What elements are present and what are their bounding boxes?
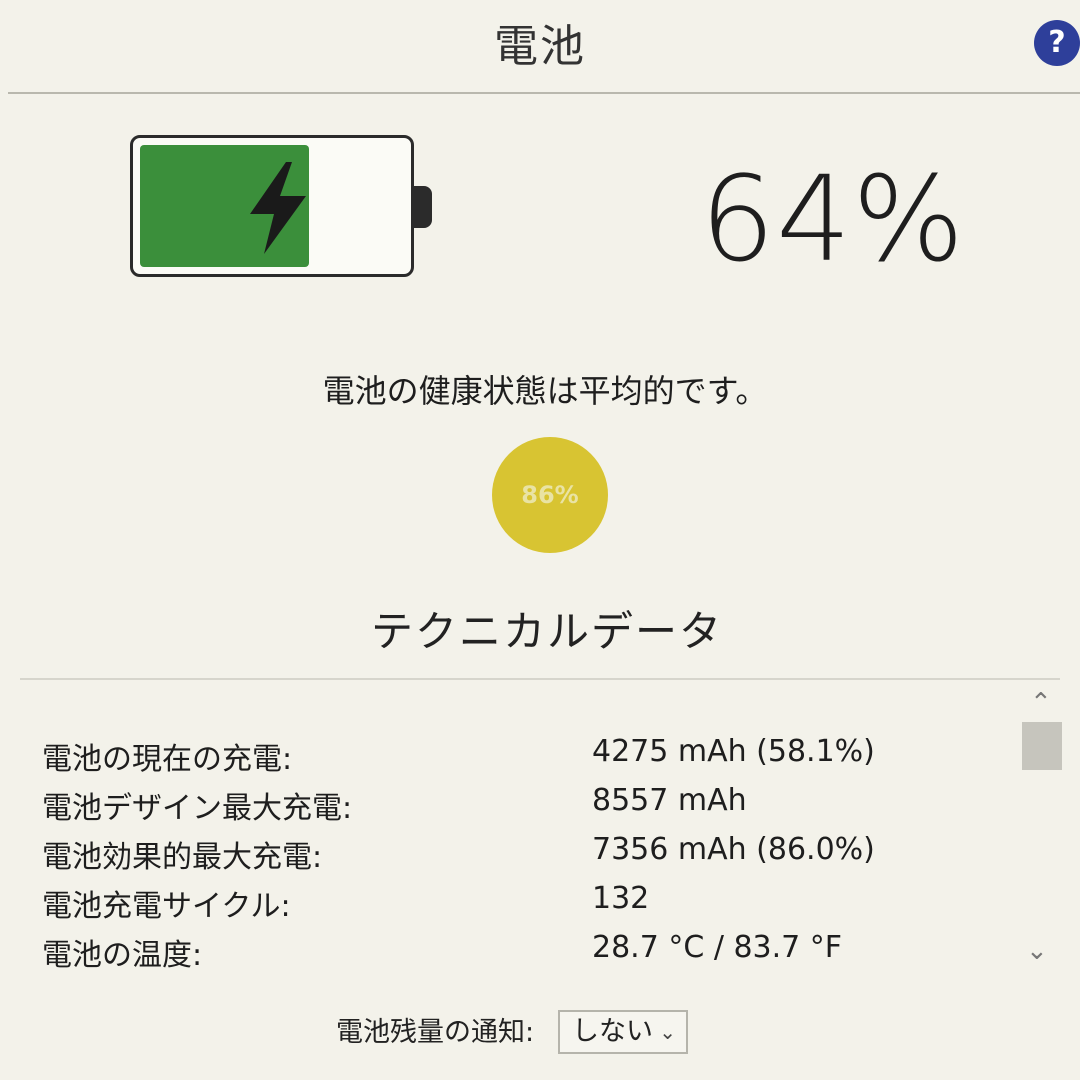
row-label: 電池の現在の充電:: [42, 742, 293, 777]
battery-terminal: [414, 186, 432, 228]
notification-select-value: しない: [572, 1016, 653, 1047]
notification-select[interactable]: しない ⌄: [558, 1010, 688, 1054]
table-row: 電池の温度: 28.7 °C / 83.7 °F: [42, 930, 942, 979]
section-divider: [20, 678, 1060, 680]
header-divider: [8, 92, 1080, 94]
table-row: 電池デザイン最大充電: 8557 mAh: [42, 783, 942, 832]
chevron-down-icon: ⌄: [659, 1020, 676, 1044]
row-value: 28.7 °C / 83.7 °F: [592, 930, 843, 965]
row-label: 電池充電サイクル:: [42, 889, 291, 924]
table-row: 電池充電サイクル: 132: [42, 881, 942, 930]
row-label: 電池の温度:: [42, 938, 203, 973]
row-value: 7356 mAh (86.0%): [592, 832, 875, 867]
scrollbar-thumb[interactable]: [1022, 722, 1062, 770]
notification-label: 電池残量の通知:: [336, 1017, 535, 1048]
scroll-up-icon[interactable]: ⌃: [1030, 688, 1052, 718]
row-value: 132: [592, 881, 650, 916]
health-badge: 86%: [492, 437, 608, 553]
scroll-down-icon[interactable]: ⌄: [1026, 936, 1048, 966]
table-row: 電池効果的最大充電: 7356 mAh (86.0%): [42, 832, 942, 881]
charging-bolt-icon: [250, 162, 306, 254]
row-label: 電池効果的最大充電:: [42, 840, 323, 875]
battery-percent: 64%: [700, 150, 966, 288]
health-status-text: 電池の健康状態は平均的です。: [322, 372, 768, 410]
row-value: 4275 mAh (58.1%): [592, 734, 875, 769]
row-value: 8557 mAh: [592, 783, 747, 818]
page-title: 電池: [494, 21, 586, 72]
help-button[interactable]: ?: [1034, 20, 1080, 66]
table-row: 電池の現在の充電: 4275 mAh (58.1%): [42, 734, 942, 783]
technical-data-heading: テクニカルデータ: [370, 607, 723, 656]
row-label: 電池デザイン最大充電:: [42, 791, 353, 826]
technical-data-table: 電池の現在の充電: 4275 mAh (58.1%) 電池デザイン最大充電: 8…: [42, 734, 942, 979]
